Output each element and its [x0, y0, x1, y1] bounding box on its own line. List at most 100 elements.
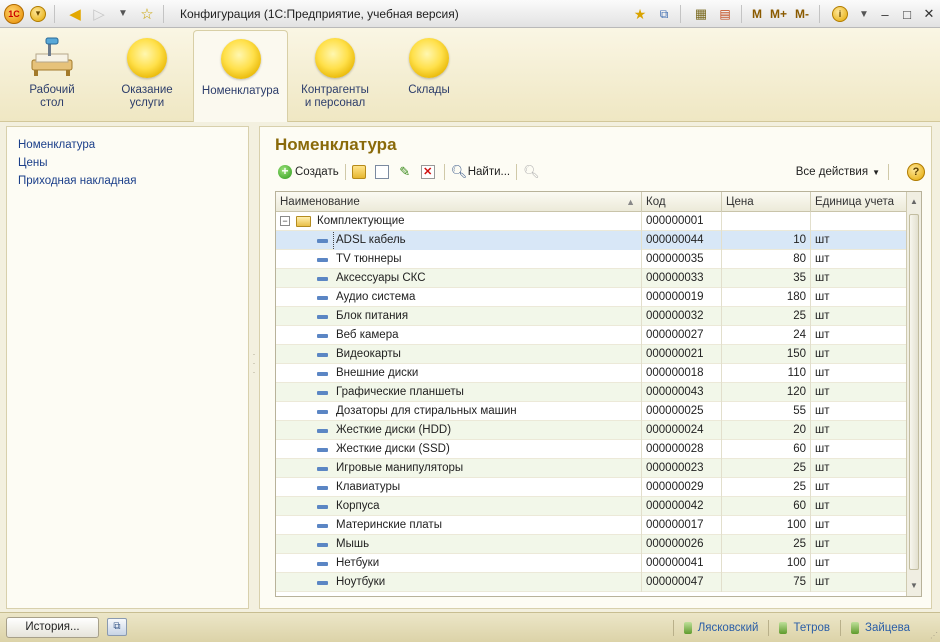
column-header-label: Цена — [726, 196, 754, 208]
user-item[interactable]: Зайцева — [851, 622, 910, 634]
table-row-group[interactable]: − Комплектующие 000000001 — [276, 212, 907, 231]
cell-name: Нетбуки — [276, 554, 642, 573]
section-warehouses[interactable]: Склады — [392, 30, 466, 122]
cancel-search-button[interactable]: 🔍︎ — [520, 162, 543, 182]
section-desktop[interactable]: Рабочий стол — [14, 30, 90, 122]
cell-name: Корпуса — [276, 497, 642, 516]
section-contractors[interactable]: Контрагенты и персонал — [296, 30, 374, 122]
memory-add-button[interactable]: M+ — [770, 7, 787, 21]
help-icon[interactable]: ? — [907, 163, 925, 181]
vertical-scrollbar[interactable]: ▲ ▼ — [906, 192, 921, 596]
table-row[interactable]: Нетбуки 000000041 100 шт — [276, 554, 907, 573]
item-icon — [317, 524, 328, 528]
copy-icon — [374, 165, 389, 179]
separator — [54, 4, 55, 23]
nav-link-receipt-invoice[interactable]: Приходная накладная — [7, 172, 248, 190]
table-row[interactable]: Клавиатуры 000000029 25 шт — [276, 478, 907, 497]
cell-code: 000000043 — [642, 383, 722, 402]
table-row[interactable]: Веб камера 000000027 24 шт — [276, 326, 907, 345]
scroll-thumb[interactable] — [909, 214, 919, 570]
table-row[interactable]: TV тюннеры 000000035 80 шт — [276, 250, 907, 269]
table-row[interactable]: Материнские платы 000000017 100 шт — [276, 516, 907, 535]
calendar-icon[interactable]: ▤ — [715, 4, 735, 24]
column-header-unit[interactable]: Единица учета — [811, 192, 907, 212]
panel-splitter[interactable]: · · · — [251, 350, 257, 380]
table-row[interactable]: Видеокарты 000000021 150 шт — [276, 345, 907, 364]
calculator-icon[interactable]: ▦ — [691, 4, 711, 24]
column-header-price[interactable]: Цена — [722, 192, 811, 212]
resize-grip-icon[interactable]: ⋰ — [930, 631, 938, 640]
cell-name: ADSL кабель — [276, 231, 642, 250]
user-item[interactable]: Тетров — [779, 622, 830, 634]
edit-button[interactable]: ✎ — [395, 162, 418, 182]
item-icon — [317, 410, 328, 414]
table-row[interactable]: Игровые манипуляторы 000000023 25 шт — [276, 459, 907, 478]
status-bar: История... ⧉ Лясковский Тетров Зайцева ⋰ — [0, 612, 940, 642]
section-nomenclature[interactable]: Номенклатура — [193, 30, 288, 122]
table-row[interactable]: Графические планшеты 000000043 120 шт — [276, 383, 907, 402]
app-logo-icon[interactable]: 1С — [4, 3, 24, 24]
table-header: Наименование ▲ Код Цена Единица учета — [276, 192, 907, 212]
scroll-up-icon[interactable]: ▲ — [907, 194, 921, 210]
navigation-panel: Номенклатура Цены Приходная накладная — [6, 126, 249, 609]
link-icon[interactable]: ⧉ — [654, 4, 674, 24]
maximize-icon[interactable]: □ — [896, 7, 918, 22]
memory-subtract-button[interactable]: M- — [795, 7, 809, 21]
back-icon[interactable]: ◀ — [65, 4, 85, 24]
scroll-down-icon[interactable]: ▼ — [907, 578, 921, 594]
copy-button[interactable] — [372, 162, 395, 182]
nav-link-nomenclature[interactable]: Номенклатура — [7, 136, 248, 154]
close-icon[interactable]: ✕ — [918, 6, 940, 22]
item-icon — [317, 258, 328, 262]
table-row[interactable]: ADSL кабель 000000044 10 шт — [276, 231, 907, 250]
cell-unit: шт — [811, 478, 907, 497]
find-button[interactable]: 🔍︎ Найти... — [448, 162, 513, 182]
all-actions-menu[interactable]: Все действия ▼ — [796, 161, 889, 183]
windows-list-icon[interactable]: ⧉ — [107, 618, 127, 636]
main-menu-icon[interactable]: ▾ — [28, 4, 48, 24]
create-button[interactable]: + Создать — [275, 162, 342, 182]
cell-code: 000000047 — [642, 573, 722, 592]
table-row[interactable]: Ноутбуки 000000047 75 шт — [276, 573, 907, 592]
add-favorite-icon[interactable]: ★ — [630, 4, 650, 24]
favorites-star-icon[interactable]: ☆ — [137, 4, 157, 24]
forward-icon[interactable]: ▷ — [89, 4, 109, 24]
table-row[interactable]: Жесткие диски (SSD) 000000028 60 шт — [276, 440, 907, 459]
minimize-icon[interactable]: – — [874, 7, 896, 22]
column-header-name[interactable]: Наименование ▲ — [276, 192, 642, 212]
table-row[interactable]: Мышь 000000026 25 шт — [276, 535, 907, 554]
memory-store-button[interactable]: M — [752, 7, 762, 21]
column-header-code[interactable]: Код — [642, 192, 722, 212]
cell-unit: шт — [811, 421, 907, 440]
item-name: Аксессуары СКС — [336, 272, 426, 284]
cell-code: 000000033 — [642, 269, 722, 288]
history-dropdown-icon[interactable]: ▼ — [113, 4, 133, 24]
desktop-icon — [28, 36, 76, 80]
item-name: Внешние диски — [336, 367, 419, 379]
find-button-label: Найти... — [467, 166, 511, 178]
page-title: Номенклатура — [275, 135, 397, 154]
history-button[interactable]: История... — [6, 617, 99, 638]
cell-unit: шт — [811, 573, 907, 592]
table-row[interactable]: Корпуса 000000042 60 шт — [276, 497, 907, 516]
cell-code: 000000019 — [642, 288, 722, 307]
section-services[interactable]: Оказание услуги — [108, 30, 186, 122]
create-group-button[interactable] — [349, 162, 372, 182]
table-row[interactable]: Внешние диски 000000018 110 шт — [276, 364, 907, 383]
cell-code: 000000035 — [642, 250, 722, 269]
nav-link-prices[interactable]: Цены — [7, 154, 248, 172]
table-row[interactable]: Дозаторы для стиральных машин 000000025 55… — [276, 402, 907, 421]
info-dropdown-icon[interactable]: ▼ — [854, 4, 874, 24]
table-row[interactable]: Аудио система 000000019 180 шт — [276, 288, 907, 307]
search-icon: 🔍︎ — [450, 164, 468, 179]
delete-button[interactable]: ✕ — [418, 162, 441, 182]
item-name: ADSL кабель — [333, 231, 641, 250]
cell-code: 000000018 — [642, 364, 722, 383]
table-row[interactable]: Аксессуары СКС 000000033 35 шт — [276, 269, 907, 288]
user-item[interactable]: Лясковский — [683, 622, 758, 634]
table-row[interactable]: Блок питания 000000032 25 шт — [276, 307, 907, 326]
cell-unit: шт — [811, 554, 907, 573]
info-icon[interactable]: i — [830, 4, 850, 24]
collapse-icon[interactable]: − — [280, 216, 290, 226]
table-row[interactable]: Жесткие диски (HDD) 000000024 20 шт — [276, 421, 907, 440]
